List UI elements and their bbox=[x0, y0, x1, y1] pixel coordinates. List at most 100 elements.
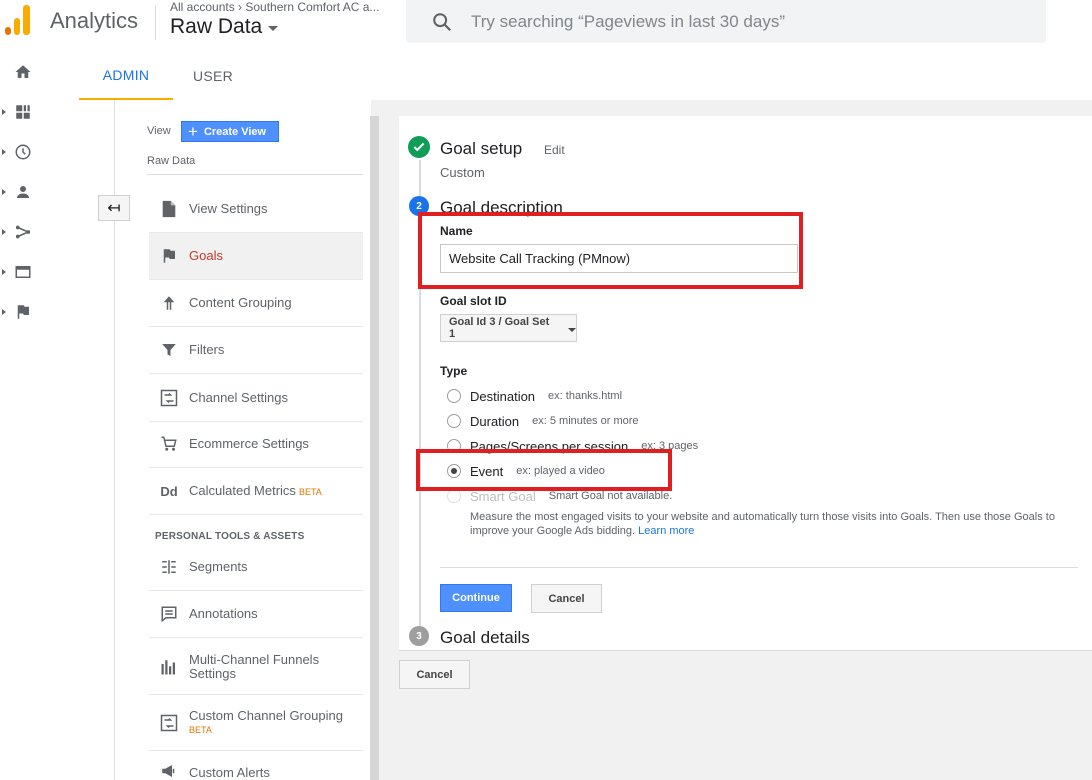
smart-goal-text: Measure the most engaged visits to your … bbox=[470, 511, 1055, 537]
nav-item-calculated-metrics[interactable]: Dd Calculated Metrics BETA bbox=[149, 468, 363, 515]
admin-tabs: ADMIN USER bbox=[79, 52, 1092, 100]
step-complete-check-icon bbox=[408, 136, 430, 158]
cancel-button[interactable]: Cancel bbox=[531, 584, 602, 613]
nav-item-annotations[interactable]: Annotations bbox=[149, 591, 363, 638]
radio-button[interactable] bbox=[447, 389, 461, 403]
rail-audience[interactable] bbox=[0, 180, 44, 204]
smart-goal-description: Measure the most engaged visits to your … bbox=[470, 510, 1070, 538]
dd-icon: Dd bbox=[160, 483, 178, 499]
continue-button[interactable]: Continue bbox=[440, 584, 512, 612]
dashboard-icon bbox=[16, 105, 30, 119]
nav-item-segments[interactable]: Segments bbox=[149, 544, 363, 591]
behavior-icon bbox=[15, 266, 31, 278]
expand-arrow-icon bbox=[2, 269, 6, 275]
back-arrow-button[interactable]: ↤ bbox=[98, 195, 130, 221]
nav-item-label: Multi-Channel Funnels Settings bbox=[189, 651, 320, 681]
goal-setup-value: Custom bbox=[440, 165, 485, 180]
nav-item-label: Ecommerce Settings bbox=[189, 436, 309, 451]
radio-example: ex: 5 minutes or more bbox=[532, 415, 639, 427]
nav-item-label: Filters bbox=[189, 342, 225, 357]
channel-icon bbox=[160, 714, 178, 731]
nav-divider bbox=[147, 174, 363, 175]
grouping-icon bbox=[163, 296, 175, 310]
analytics-logo-icon[interactable] bbox=[5, 5, 31, 35]
nav-item-view-settings[interactable]: View Settings bbox=[149, 186, 363, 233]
nav-item-goals[interactable]: Goals bbox=[149, 233, 363, 280]
nav-item-custom-alerts[interactable]: Custom Alerts bbox=[149, 751, 363, 780]
plus-icon: + bbox=[188, 122, 198, 141]
view-selector[interactable]: Raw Data bbox=[170, 15, 279, 39]
rail-conversions[interactable] bbox=[0, 300, 44, 324]
panel-bottom-rule bbox=[399, 650, 1092, 651]
goal-details-title: Goal details bbox=[440, 628, 530, 647]
account-breadcrumb[interactable]: All accounts › Southern Comfort AC a... bbox=[170, 0, 379, 14]
app-name: Analytics bbox=[50, 8, 139, 33]
chevron-down-icon bbox=[568, 327, 576, 332]
tab-admin[interactable]: ADMIN bbox=[79, 52, 173, 100]
rail-customization[interactable] bbox=[0, 100, 44, 124]
goal-slot-select[interactable]: Goal Id 3 / Goal Set 1 bbox=[440, 314, 577, 342]
nav-item-label: Goals bbox=[189, 248, 223, 263]
create-view-button[interactable]: + Create View bbox=[181, 121, 279, 142]
radio-example: ex: thanks.html bbox=[548, 390, 623, 402]
outer-cancel-button[interactable]: Cancel bbox=[399, 660, 470, 689]
clock-icon bbox=[15, 144, 31, 160]
expand-arrow-icon bbox=[2, 109, 6, 115]
left-rail bbox=[0, 52, 44, 780]
nav-item-ecommerce-settings[interactable]: Ecommerce Settings bbox=[149, 421, 363, 468]
nav-item-custom-channel-grouping[interactable]: Custom Channel Grouping BETA bbox=[149, 695, 363, 751]
rail-home[interactable] bbox=[0, 60, 44, 84]
type-option-destination[interactable]: Destination ex: thanks.html bbox=[447, 387, 622, 405]
back-arrow-icon: ↤ bbox=[107, 200, 121, 217]
bar-chart-icon bbox=[161, 659, 175, 674]
create-view-label: Create View bbox=[203, 125, 267, 138]
megaphone-icon bbox=[162, 765, 175, 777]
beta-badge: BETA bbox=[298, 486, 322, 497]
goal-editor-panel bbox=[399, 116, 1092, 650]
header-divider bbox=[155, 6, 156, 40]
radio-label: Duration bbox=[470, 413, 520, 429]
radio-button[interactable] bbox=[447, 414, 461, 428]
goal-slot-label: Goal slot ID bbox=[440, 294, 507, 308]
expand-arrow-icon bbox=[2, 309, 6, 315]
expand-arrow-icon bbox=[2, 189, 6, 195]
view-column-label: View bbox=[147, 125, 171, 137]
search-placeholder: Try searching “Pageviews in last 30 days… bbox=[471, 11, 786, 31]
flag-icon bbox=[17, 305, 29, 319]
nav-item-channel-settings[interactable]: Channel Settings bbox=[149, 375, 363, 422]
search-bar[interactable]: Try searching “Pageviews in last 30 days… bbox=[406, 0, 1046, 43]
nav-item-filters[interactable]: Filters bbox=[149, 327, 363, 374]
rail-acquisition[interactable] bbox=[0, 220, 44, 244]
expand-arrow-icon bbox=[2, 149, 6, 155]
nav-item-multi-channel-funnels[interactable]: Multi-Channel Funnels Settings bbox=[149, 639, 363, 695]
radio-example: Smart Goal not available. bbox=[548, 490, 673, 502]
nav-item-label: Custom Channel Grouping bbox=[189, 707, 343, 723]
nav-item-label: View Settings bbox=[189, 201, 268, 216]
rail-behavior[interactable] bbox=[0, 260, 44, 284]
rail-realtime[interactable] bbox=[0, 140, 44, 164]
search-icon bbox=[433, 12, 452, 31]
person-icon bbox=[17, 186, 29, 198]
radio-button-disabled bbox=[447, 489, 461, 503]
radio-label: Destination bbox=[470, 388, 536, 404]
nav-item-label: Channel Settings bbox=[189, 390, 289, 405]
top-bar: Analytics All accounts › Southern Comfor… bbox=[0, 0, 1092, 52]
nav-item-label: Annotations bbox=[189, 606, 258, 621]
tab-user[interactable]: USER bbox=[173, 52, 253, 100]
annotation-highlight-name bbox=[418, 212, 803, 289]
channel-icon bbox=[160, 389, 178, 407]
view-name-label: Raw Data bbox=[147, 155, 196, 167]
view-selector-label: Raw Data bbox=[170, 15, 263, 38]
form-divider bbox=[440, 567, 1078, 568]
nav-item-content-grouping[interactable]: Content Grouping bbox=[149, 280, 363, 327]
personal-tools-heading: PERSONAL TOOLS & ASSETS bbox=[155, 531, 305, 542]
goal-setup-edit-link[interactable]: Edit bbox=[544, 143, 565, 157]
type-label: Type bbox=[440, 364, 468, 378]
nav-item-label: Content Grouping bbox=[189, 295, 292, 310]
segments-icon bbox=[162, 560, 176, 574]
nav-item-label-wrap: Custom Channel Grouping BETA bbox=[189, 707, 343, 737]
nav-scrollbar[interactable] bbox=[370, 116, 379, 780]
type-option-duration[interactable]: Duration ex: 5 minutes or more bbox=[447, 412, 639, 430]
goal-slot-value: Goal Id 3 / Goal Set 1 bbox=[449, 316, 550, 340]
learn-more-link[interactable]: Learn more bbox=[638, 525, 694, 537]
